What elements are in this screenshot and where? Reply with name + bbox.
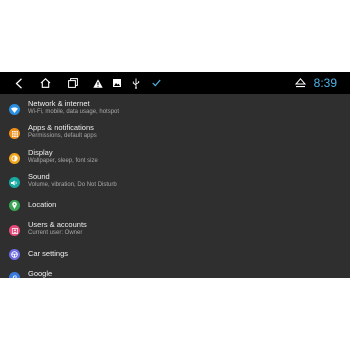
check-icon [151,72,161,94]
apps-icon [9,128,20,139]
back-icon[interactable] [13,72,25,94]
status-bar: 8:39 [0,72,350,94]
image-icon [112,72,122,94]
user-icon [9,225,20,236]
recents-icon[interactable] [67,72,79,94]
settings-item-location[interactable]: Location [0,196,350,220]
settings-item-display[interactable]: Display Wallpaper, sleep, font size [0,148,350,172]
wifi-icon [9,104,20,115]
setting-title: Car settings [28,249,69,258]
setting-subtitle: Current user: Owner [28,230,83,236]
setting-subtitle: Wi-Fi, mobile, data usage, hotspot [28,109,120,115]
setting-subtitle: Permissions, default apps [28,133,97,139]
setting-title: Location [28,200,57,209]
settings-item-sound[interactable]: Sound Volume, vibration, Do Not Disturb [0,172,350,196]
brightness-icon [9,153,20,164]
settings-item-car[interactable]: Car settings [0,245,350,269]
location-icon [9,200,20,211]
setting-title: Google [28,269,53,278]
android-screen: 8:39 Network & internet Wi-Fi, mobile, d… [0,72,350,278]
settings-item-google[interactable]: G Google [0,269,350,278]
eject-icon[interactable] [294,72,306,94]
settings-item-network[interactable]: Network & internet Wi-Fi, mobile, data u… [0,99,350,123]
volume-icon [9,177,20,188]
status-clock: 8:39 [313,76,337,90]
svg-text:G: G [12,276,17,278]
setting-title: Apps & notifications [28,123,94,132]
warning-icon [92,72,103,94]
settings-item-users[interactable]: Users & accounts Current user: Owner [0,220,350,244]
settings-item-apps[interactable]: Apps & notifications Permissions, defaul… [0,123,350,147]
setting-title: Sound [28,172,50,181]
setting-subtitle: Wallpaper, sleep, font size [28,158,98,164]
setting-title: Network & internet [28,99,90,108]
usb-icon [131,72,141,94]
setting-subtitle: Volume, vibration, Do Not Disturb [28,182,117,188]
home-icon[interactable] [39,72,51,94]
setting-title: Users & accounts [28,220,87,229]
steering-wheel-icon [9,249,20,260]
setting-title: Display [28,148,53,157]
google-icon: G [9,272,20,278]
